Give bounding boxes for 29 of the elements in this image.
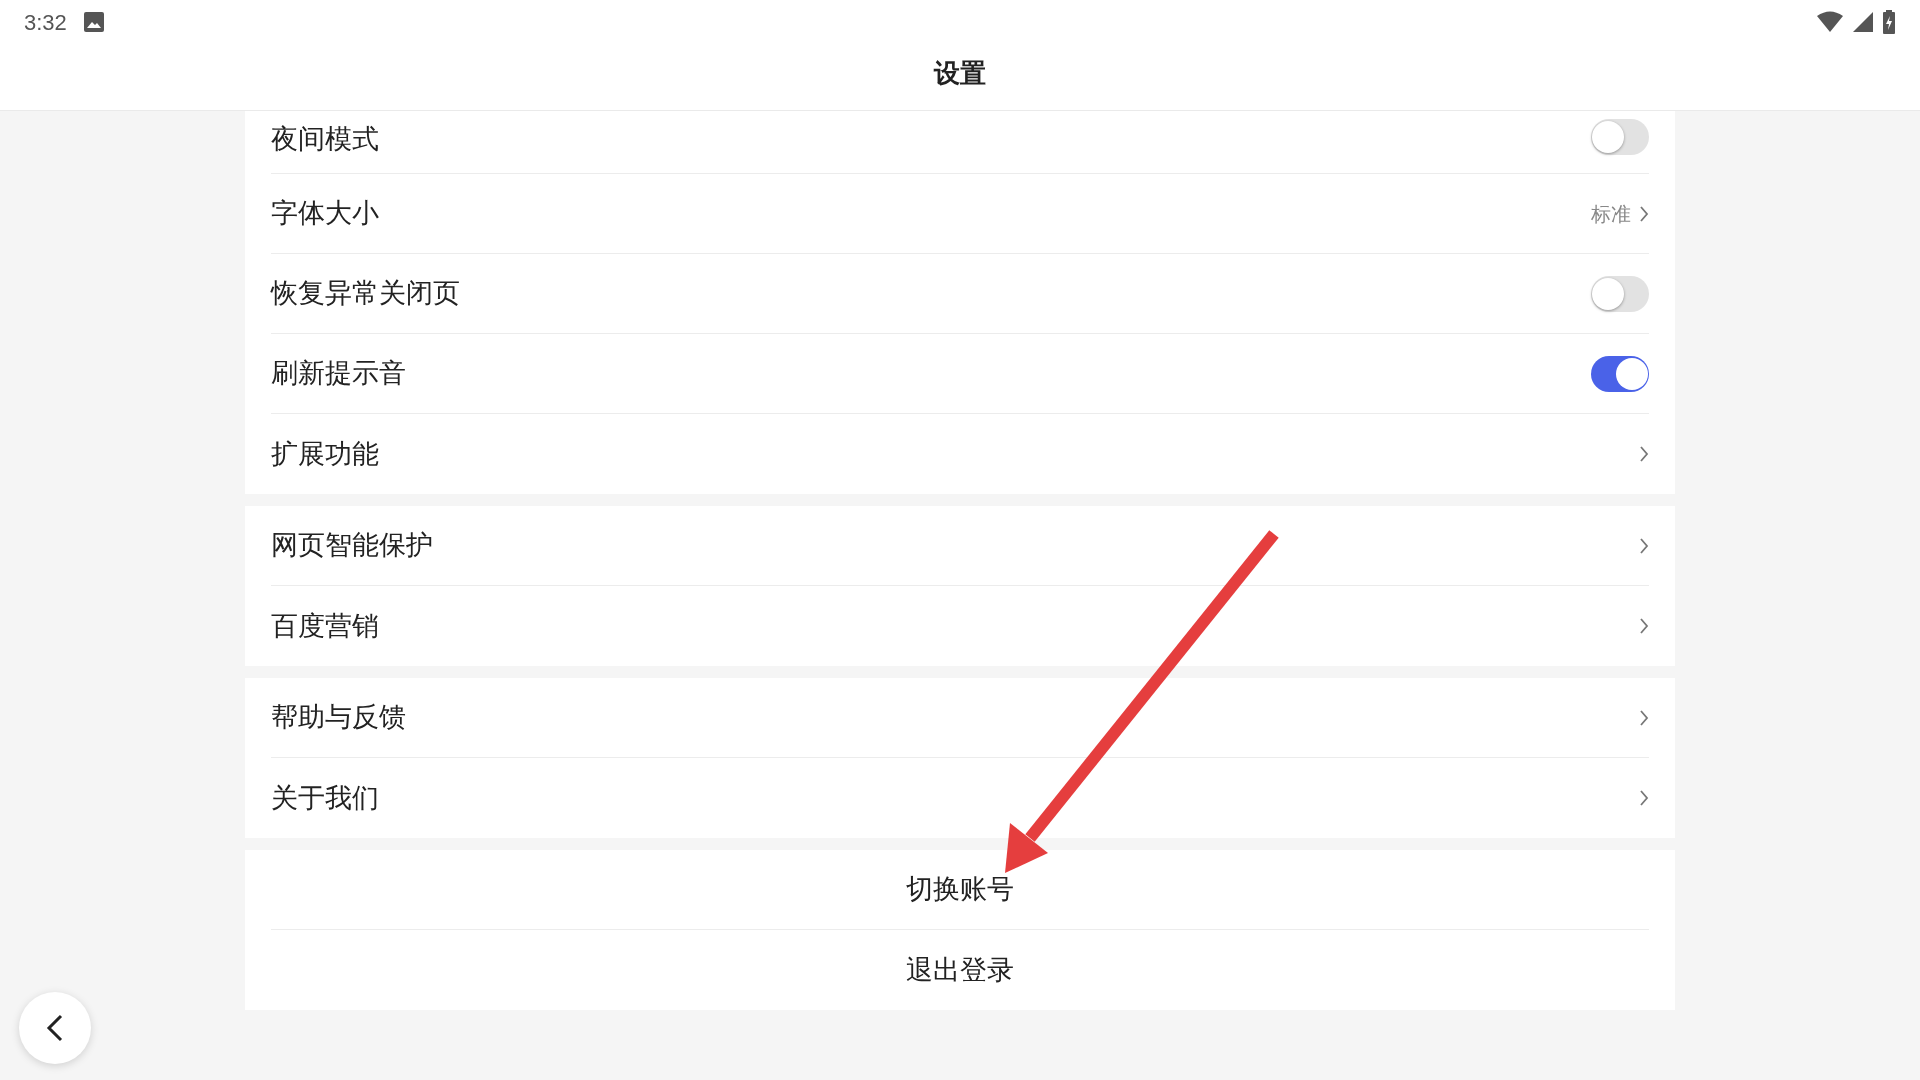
page-title: 设置 bbox=[932, 57, 987, 90]
battery-icon bbox=[1882, 10, 1896, 34]
menu-action[interactable]: 退出登录 bbox=[271, 930, 1649, 1010]
back-icon bbox=[45, 1013, 65, 1043]
setting-label: 百度营销 bbox=[271, 608, 379, 643]
image-icon bbox=[82, 11, 105, 33]
setting-label: 字体大小 bbox=[271, 196, 379, 231]
chevron-icon bbox=[1639, 789, 1649, 807]
status-time: 3:32 bbox=[24, 8, 67, 37]
wifi-icon bbox=[1816, 11, 1844, 33]
setting-label: 扩展功能 bbox=[271, 436, 379, 471]
menu-action[interactable]: 切换账号 bbox=[271, 850, 1649, 929]
chevron-icon bbox=[1639, 708, 1649, 727]
setting-label: 刷新提示音 bbox=[271, 356, 406, 391]
toggle-switch[interactable] bbox=[1591, 119, 1649, 155]
chevron-icon bbox=[1639, 445, 1649, 463]
chevron-icon bbox=[1639, 536, 1649, 555]
chevron-icon bbox=[1639, 204, 1649, 223]
toggle-switch[interactable] bbox=[1591, 355, 1649, 392]
setting-label: 网页智能保护 bbox=[271, 528, 433, 563]
chevron-icon bbox=[1639, 617, 1649, 635]
back-button[interactable] bbox=[19, 992, 91, 1064]
setting-label: 恢复异常关闭页 bbox=[271, 276, 460, 311]
setting-label: 关于我们 bbox=[271, 780, 379, 815]
setting-value: 标准 bbox=[1591, 200, 1631, 228]
setting-label: 夜间模式 bbox=[271, 122, 379, 156]
signal-icon bbox=[1852, 11, 1874, 33]
toggle-switch[interactable] bbox=[1591, 275, 1649, 312]
setting-label: 帮助与反馈 bbox=[271, 700, 406, 735]
